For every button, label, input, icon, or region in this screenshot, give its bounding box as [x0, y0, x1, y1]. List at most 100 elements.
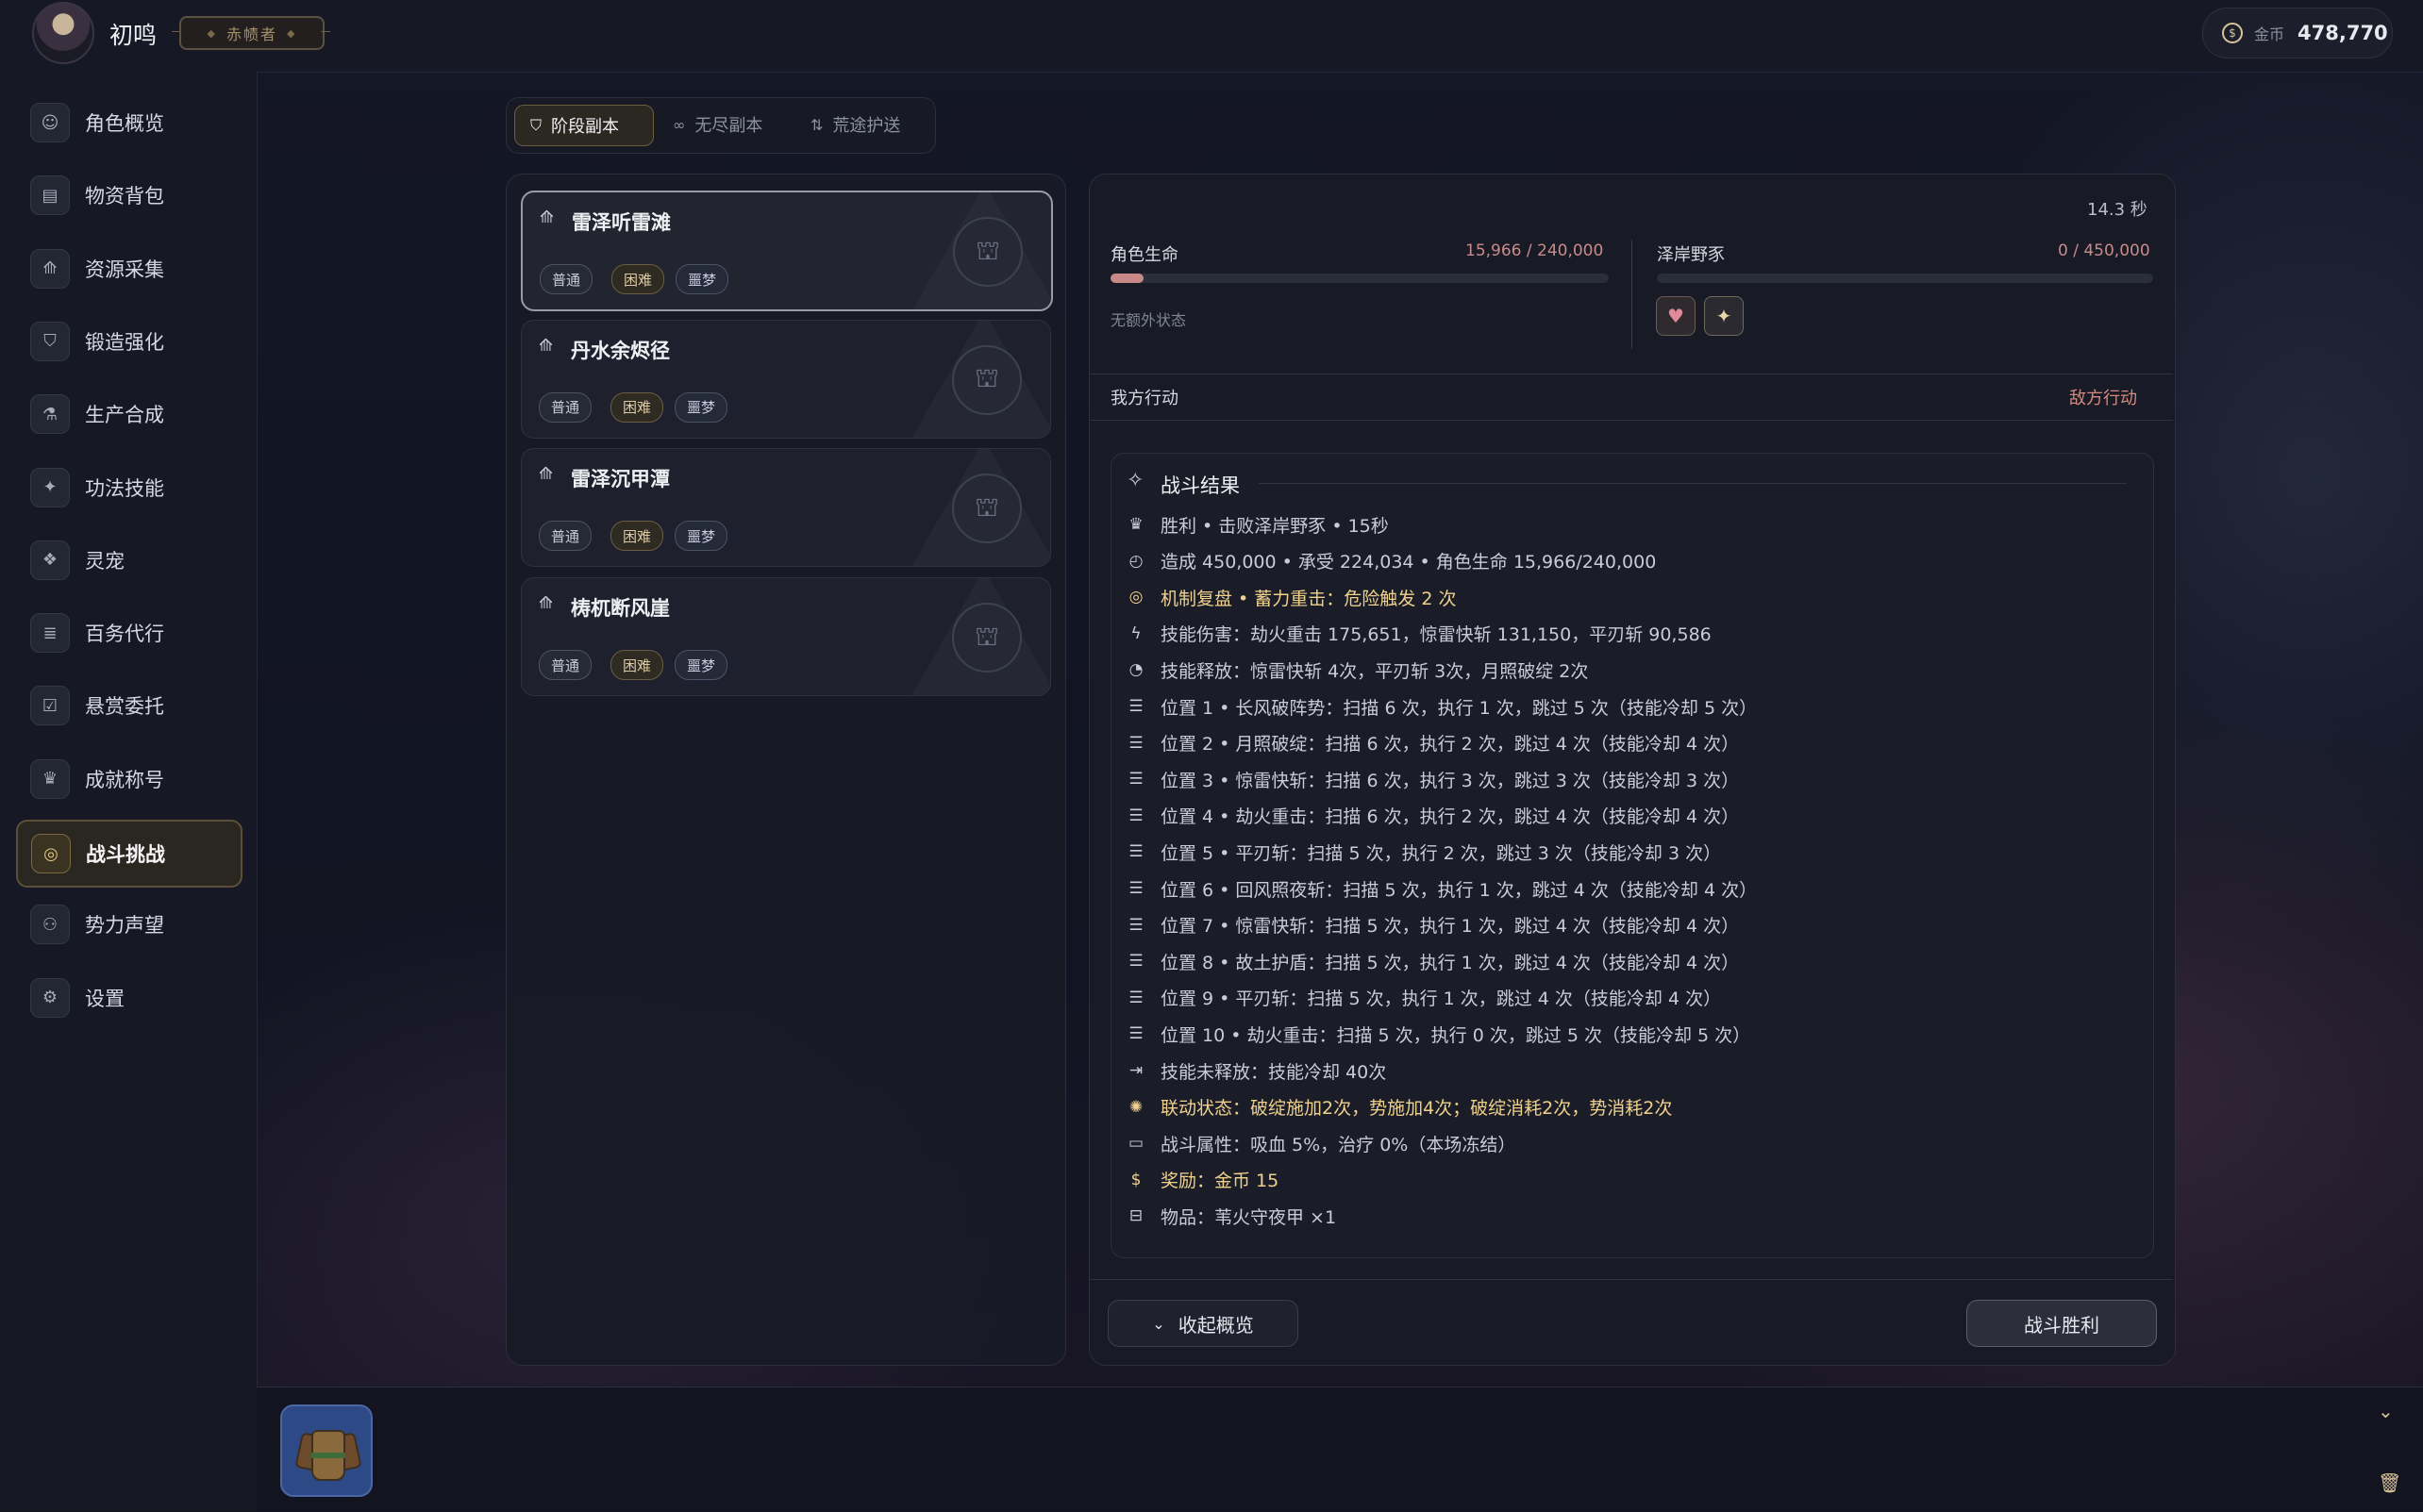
difficulty-nightmare-tag[interactable]: 噩梦	[675, 391, 728, 423]
result-line: ☰ 位置 2 • 月照破绽：扫描 6 次，执行 2 次，跳过 4 次（技能冷却 4…	[1125, 729, 1739, 757]
list-icon: ☰	[1128, 770, 1144, 789]
trash-icon[interactable]: 🗑	[2378, 1471, 2401, 1494]
castle-icon: ⛫	[952, 344, 1022, 415]
username: 初鸣	[109, 22, 158, 49]
difficulty-normal-tag[interactable]: 普通	[539, 391, 593, 423]
result-line-text: 位置 4 • 劫火重击：扫描 6 次，执行 2 次，跳过 4 次（技能冷却 4 …	[1161, 806, 1740, 828]
result-line-text: 位置 5 • 平刃斩：扫描 5 次，执行 2 次，跳过 3 次（技能冷却 3 次…	[1161, 842, 1722, 864]
result-line: ▭ 战斗属性：吸血 5%，治疗 0%（本场冻结）	[1125, 1129, 1515, 1157]
list-icon: ☰	[1128, 697, 1144, 716]
result-line: ☰ 位置 10 • 劫火重击：扫描 5 次，执行 0 次，跳过 5 次（技能冷却 …	[1125, 1020, 1750, 1048]
player-hp-bar	[1111, 274, 1609, 283]
enemy-action-label: 敌方行动	[2069, 389, 2137, 408]
sidebar-item-3[interactable]: ⛉ 锻造强化	[17, 309, 240, 374]
result-line: $ 奖励：金币 15	[1125, 1166, 1279, 1194]
list-icon: ☰	[1128, 806, 1144, 825]
sparkles-icon: ✦	[30, 467, 70, 507]
enemy-hp-value: 0 / 450,000	[2058, 241, 2150, 260]
arrows-icon: ⇅	[810, 115, 824, 134]
paw-icon: ❖	[30, 540, 70, 580]
list-icon: ☰	[1128, 842, 1144, 862]
rank-ornament-right	[321, 31, 330, 32]
trees-icon: ⟰	[539, 593, 554, 614]
tab-endless-dungeon[interactable]: ∞ 无尽副本	[658, 105, 790, 144]
sidebar-item-4[interactable]: ⚗ 生产合成	[17, 382, 240, 446]
sidebar-item-7[interactable]: ≣ 百务代行	[17, 601, 240, 665]
tab-stage-dungeon[interactable]: ⛉ 阶段副本	[514, 105, 654, 146]
list-icon: ☰	[1128, 733, 1144, 753]
sidebar-item-2[interactable]: ⟰ 资源采集	[17, 237, 240, 301]
result-line: ◴ 造成 450,000 • 承受 224,034 • 角色生命 15,966/2…	[1125, 547, 1657, 575]
result-line: ☰ 位置 9 • 平刃斩：扫描 5 次，执行 1 次，跳过 4 次（技能冷却 4 …	[1125, 984, 1721, 1012]
shield-icon: ⛉	[530, 116, 543, 134]
difficulty-normal-tag[interactable]: 普通	[539, 650, 593, 681]
sidebar-item-label: 角色概览	[85, 112, 164, 135]
bolt-icon: ϟ	[1130, 623, 1142, 643]
clock-icon: ◴	[1128, 551, 1144, 571]
result-line-text: 位置 1 • 长风破阵势：扫描 6 次，执行 1 次，跳过 5 次（技能冷却 5…	[1161, 697, 1758, 719]
sidebar-item-11[interactable]: ⚇ 势力声望	[17, 892, 240, 956]
swirl-icon: ◎	[31, 834, 71, 873]
result-line-text: 位置 9 • 平刃斩：扫描 5 次，执行 1 次，跳过 4 次（技能冷却 4 次…	[1161, 989, 1722, 1010]
sidebar-item-label: 成就称号	[85, 768, 164, 791]
trophy-icon: ♛	[1128, 515, 1144, 534]
heart-buff-icon[interactable]: ♥	[1656, 296, 1696, 336]
enemy-name: 泽岸野豕	[1657, 245, 1725, 265]
avatar[interactable]	[32, 2, 94, 64]
enemy-hp-bar	[1657, 274, 2153, 283]
hp-divider	[1631, 240, 1632, 349]
result-line-text: 胜利 • 击败泽岸野豕 • 15秒	[1161, 515, 1389, 537]
sparkle-buff-icon[interactable]: ✦	[1704, 296, 1744, 336]
sidebar-item-0[interactable]: ☺ 角色概览	[17, 91, 240, 155]
difficulty-hard-tag[interactable]: 困难	[611, 264, 665, 294]
sidebar-item-12[interactable]: ⚙ 设置	[17, 966, 240, 1030]
sidebar-item-5[interactable]: ✦ 功法技能	[17, 456, 240, 520]
dungeon-card[interactable]: ⟰ 丹水余烬径 普通 困难 噩梦 ⛫	[521, 319, 1051, 439]
users-icon: ⚇	[30, 905, 70, 945]
rank-badge: 赤帻者	[179, 16, 325, 50]
castle-icon: ⛫	[952, 603, 1022, 673]
difficulty-normal-tag[interactable]: 普通	[540, 264, 593, 294]
dungeon-card[interactable]: ⟰ 雷泽听雷滩 普通 困难 噩梦 ⛫	[521, 191, 1053, 311]
tab-label: 阶段副本	[551, 117, 620, 137]
difficulty-hard-tag[interactable]: 困难	[610, 521, 664, 552]
item-slot[interactable]	[280, 1404, 373, 1497]
gauge-icon: ◔	[1128, 660, 1144, 680]
difficulty-nightmare-tag[interactable]: 噩梦	[675, 650, 728, 681]
dungeon-card[interactable]: ⟰ 雷泽沉甲潭 普通 困难 噩梦 ⛫	[521, 448, 1051, 568]
trees-icon: ⟰	[540, 208, 555, 227]
trees-icon: ⟰	[539, 464, 554, 485]
chevron-down-icon[interactable]: ⌄	[2378, 1400, 2394, 1422]
dungeon-card[interactable]: ⟰ 梼杌断风崖普通 困难 噩梦 ⛫	[521, 577, 1051, 697]
sidebar-item-label: 灵宠	[85, 549, 125, 573]
box-icon: ⊟	[1128, 1206, 1144, 1226]
collapse-overview-button[interactable]: ⌄ 收起概览	[1108, 1300, 1298, 1347]
list-icon: ☰	[1128, 988, 1144, 1007]
result-line-text: 技能未释放：技能冷却 40次	[1161, 1061, 1387, 1083]
result-line: ⇥ 技能未释放：技能冷却 40次	[1125, 1056, 1386, 1085]
battle-victory-button[interactable]: 战斗胜利	[1966, 1300, 2157, 1347]
coin-icon: $	[2222, 23, 2243, 43]
sidebar-item-6[interactable]: ❖ 灵宠	[17, 528, 240, 592]
difficulty-hard-tag[interactable]: 困难	[610, 650, 664, 681]
difficulty-normal-tag[interactable]: 普通	[539, 521, 593, 552]
sidebar-item-9[interactable]: ♛ 成就称号	[17, 747, 240, 811]
victory-label: 战斗胜利	[2024, 1313, 2099, 1337]
tab-escort[interactable]: ⇅ 荒途护送	[795, 105, 927, 144]
sidebar-item-8[interactable]: ☑ 悬赏委托	[17, 673, 240, 738]
result-line-text: 位置 3 • 惊雷快斩：扫描 6 次，执行 3 次，跳过 3 次（技能冷却 3 …	[1161, 770, 1740, 791]
gold-value: 478,770	[2298, 22, 2388, 44]
difficulty-nightmare-tag[interactable]: 噩梦	[675, 521, 728, 552]
skip-icon: ⇥	[1128, 1061, 1144, 1080]
infinity-icon: ∞	[673, 115, 686, 134]
sidebar-item-1[interactable]: ▤ 物资背包	[17, 163, 240, 227]
sidebar-item-label: 战斗挑战	[86, 843, 165, 866]
difficulty-hard-tag[interactable]: 困难	[610, 391, 664, 423]
dungeon-name: 丹水余烬径	[571, 339, 670, 362]
atom-icon: ✺	[1128, 1097, 1144, 1117]
result-line: ◎ 机制复盘 • 蓄力重击：危险触发 2 次	[1125, 583, 1457, 611]
sidebar-item-10[interactable]: ◎ 战斗挑战	[16, 820, 242, 888]
difficulty-nightmare-tag[interactable]: 噩梦	[676, 264, 729, 294]
dungeon-name: 梼杌断风崖	[571, 597, 670, 621]
list-icon: ☰	[1128, 1024, 1144, 1044]
